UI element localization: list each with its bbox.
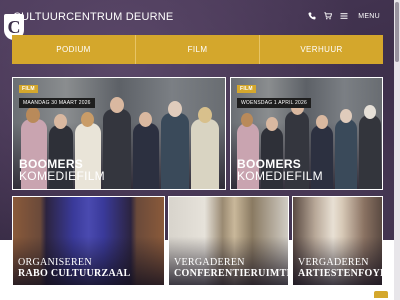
venue-title-line2: CONFERENTIERUIMTE [174,267,289,279]
back-to-top-button[interactable] [374,291,388,298]
venue-title-line2: ARTIESTENFOYER [298,267,382,279]
event-date: MAANDAG 30 MAART 2026 [19,98,95,108]
event-title: BOOMERS KOMEDIEFILM [19,158,105,183]
venue-card[interactable]: ORGANISEREN RABO CULTUURZAAL [12,196,165,286]
cart-icon[interactable] [324,12,333,20]
event-card[interactable]: FILM MAANDAG 30 MAART 2026 BOOMERS KOMED… [12,77,226,190]
person-head [139,112,152,127]
main-nav: PODIUM FILM VERHUUR [12,35,383,64]
scrollbar[interactable] [394,0,400,300]
person-head [26,107,40,123]
venue-title: ORGANISEREN RABO CULTUURZAAL [18,257,131,279]
venue-title-line1: VERGADEREN [174,257,245,268]
menu-icon[interactable] [340,12,348,20]
venue-title-line1: ORGANISEREN [18,257,92,268]
event-title-line2: KOMEDIEFILM [19,169,105,184]
event-title-line2: KOMEDIEFILM [237,169,323,184]
nav-item-film[interactable]: FILM [136,35,260,64]
person-figure [191,119,219,189]
nav-item-verhuur[interactable]: VERHUUR [260,35,383,64]
site-header: C CULTUURCENTRUM DEURNE MENU [0,0,400,40]
scrollbar-thumb[interactable] [395,2,399,62]
venue-card[interactable]: VERGADEREN CONFERENTIERUIMTE [168,196,289,286]
event-tag: FILM [237,85,256,93]
site-title[interactable]: CULTUURCENTRUM DEURNE [13,11,173,23]
person-head [364,105,376,119]
person-figure [335,119,357,189]
person-figure [359,115,381,189]
person-head [198,107,212,123]
person-head [316,115,328,129]
person-head [241,113,253,127]
venue-title: VERGADEREN ARTIESTENFOYER [298,257,382,279]
person-head [266,117,278,131]
venue-card[interactable]: VERGADEREN ARTIESTENFOYER [292,196,383,286]
venue-title-line1: VERGADEREN [298,257,369,268]
event-date: WOENSDAG 1 APRIL 2026 [237,98,311,108]
person-figure [103,109,131,189]
phone-icon[interactable] [308,12,316,20]
person-head [168,101,182,117]
person-figure [161,113,189,189]
menu-label[interactable]: MENU [358,13,380,20]
venue-title-line2: RABO CULTUURZAAL [18,267,131,279]
person-figure [133,123,159,189]
event-tag: FILM [19,85,38,93]
event-title: BOOMERS KOMEDIEFILM [237,158,323,183]
person-head [110,97,124,113]
person-head [54,114,67,129]
nav-item-podium[interactable]: PODIUM [12,35,136,64]
person-head [340,109,352,123]
header-actions: MENU [308,12,380,20]
event-card[interactable]: FILM WOENSDAG 1 APRIL 2026 BOOMERS KOMED… [230,77,383,190]
venue-title: VERGADEREN CONFERENTIERUIMTE [174,257,289,279]
person-head [81,112,94,127]
